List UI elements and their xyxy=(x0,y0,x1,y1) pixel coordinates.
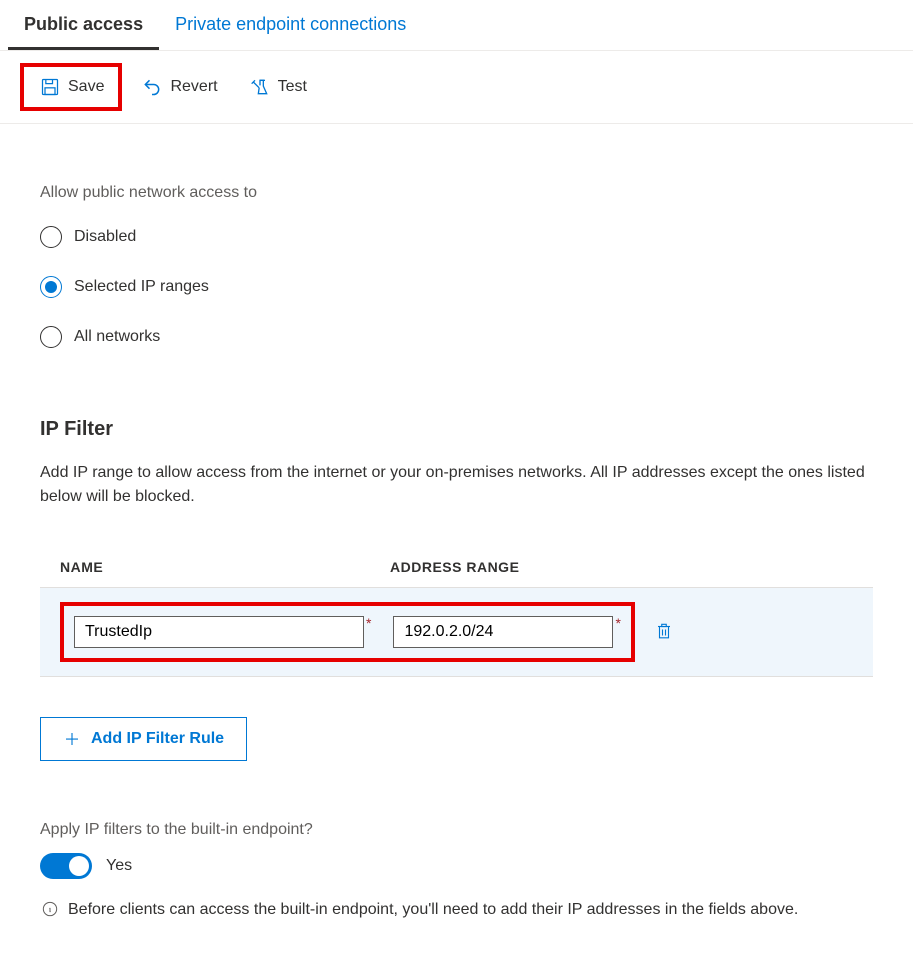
content-area: Allow public network access to Disabled … xyxy=(0,124,913,943)
ip-filter-description: Add IP range to allow access from the in… xyxy=(40,461,873,509)
required-icon: * xyxy=(366,616,371,630)
radio-label-selected: Selected IP ranges xyxy=(74,278,209,296)
add-ip-filter-label: Add IP Filter Rule xyxy=(91,730,224,748)
trash-icon xyxy=(655,621,673,641)
name-input-wrap: * xyxy=(74,616,371,648)
delete-row-button[interactable] xyxy=(649,615,679,650)
radio-disabled[interactable]: Disabled xyxy=(40,226,873,248)
highlight-inputs: * * xyxy=(60,602,635,662)
save-label: Save xyxy=(68,78,104,96)
radio-label-all: All networks xyxy=(74,328,160,346)
add-ip-filter-button[interactable]: Add IP Filter Rule xyxy=(40,717,247,761)
radio-icon xyxy=(40,326,62,348)
revert-button[interactable]: Revert xyxy=(130,69,229,105)
filter-range-input[interactable] xyxy=(393,616,613,648)
radio-label-disabled: Disabled xyxy=(74,228,136,246)
info-message: Before clients can access the built-in e… xyxy=(40,897,873,923)
tab-public-access[interactable]: Public access xyxy=(8,0,159,50)
undo-icon xyxy=(142,77,162,97)
test-button[interactable]: Test xyxy=(238,69,319,105)
radio-selected-ip[interactable]: Selected IP ranges xyxy=(40,276,873,298)
access-radio-group: Disabled Selected IP ranges All networks xyxy=(40,226,873,348)
info-icon xyxy=(42,901,58,917)
flask-check-icon xyxy=(250,77,270,97)
filter-name-input[interactable] xyxy=(74,616,364,648)
apply-toggle[interactable] xyxy=(40,853,92,879)
highlight-save: Save xyxy=(20,63,122,111)
toolbar: Save Revert Test xyxy=(0,51,913,124)
required-icon: * xyxy=(615,616,620,630)
radio-icon xyxy=(40,226,62,248)
ip-filter-heading: IP Filter xyxy=(40,418,873,441)
toggle-knob-icon xyxy=(69,856,89,876)
radio-all-networks[interactable]: All networks xyxy=(40,326,873,348)
range-input-wrap: * xyxy=(393,616,620,648)
apply-toggle-row: Yes xyxy=(40,853,873,879)
revert-label: Revert xyxy=(170,78,217,96)
apply-section: Apply IP filters to the built-in endpoin… xyxy=(40,821,873,923)
ip-filter-row: * * xyxy=(40,587,873,677)
radio-icon xyxy=(40,276,62,298)
tab-private-endpoint[interactable]: Private endpoint connections xyxy=(159,0,422,50)
plus-icon xyxy=(63,730,81,748)
ip-filter-table-header: NAME ADDRESS RANGE xyxy=(40,559,873,587)
column-range: ADDRESS RANGE xyxy=(390,559,853,575)
info-text: Before clients can access the built-in e… xyxy=(68,897,798,923)
apply-label: Apply IP filters to the built-in endpoin… xyxy=(40,821,873,839)
save-button[interactable]: Save xyxy=(28,69,116,105)
save-icon xyxy=(40,77,60,97)
column-name: NAME xyxy=(60,559,390,575)
test-label: Test xyxy=(278,78,307,96)
access-label: Allow public network access to xyxy=(40,184,873,202)
tabs-bar: Public access Private endpoint connectio… xyxy=(0,0,913,51)
apply-toggle-value: Yes xyxy=(106,857,132,875)
